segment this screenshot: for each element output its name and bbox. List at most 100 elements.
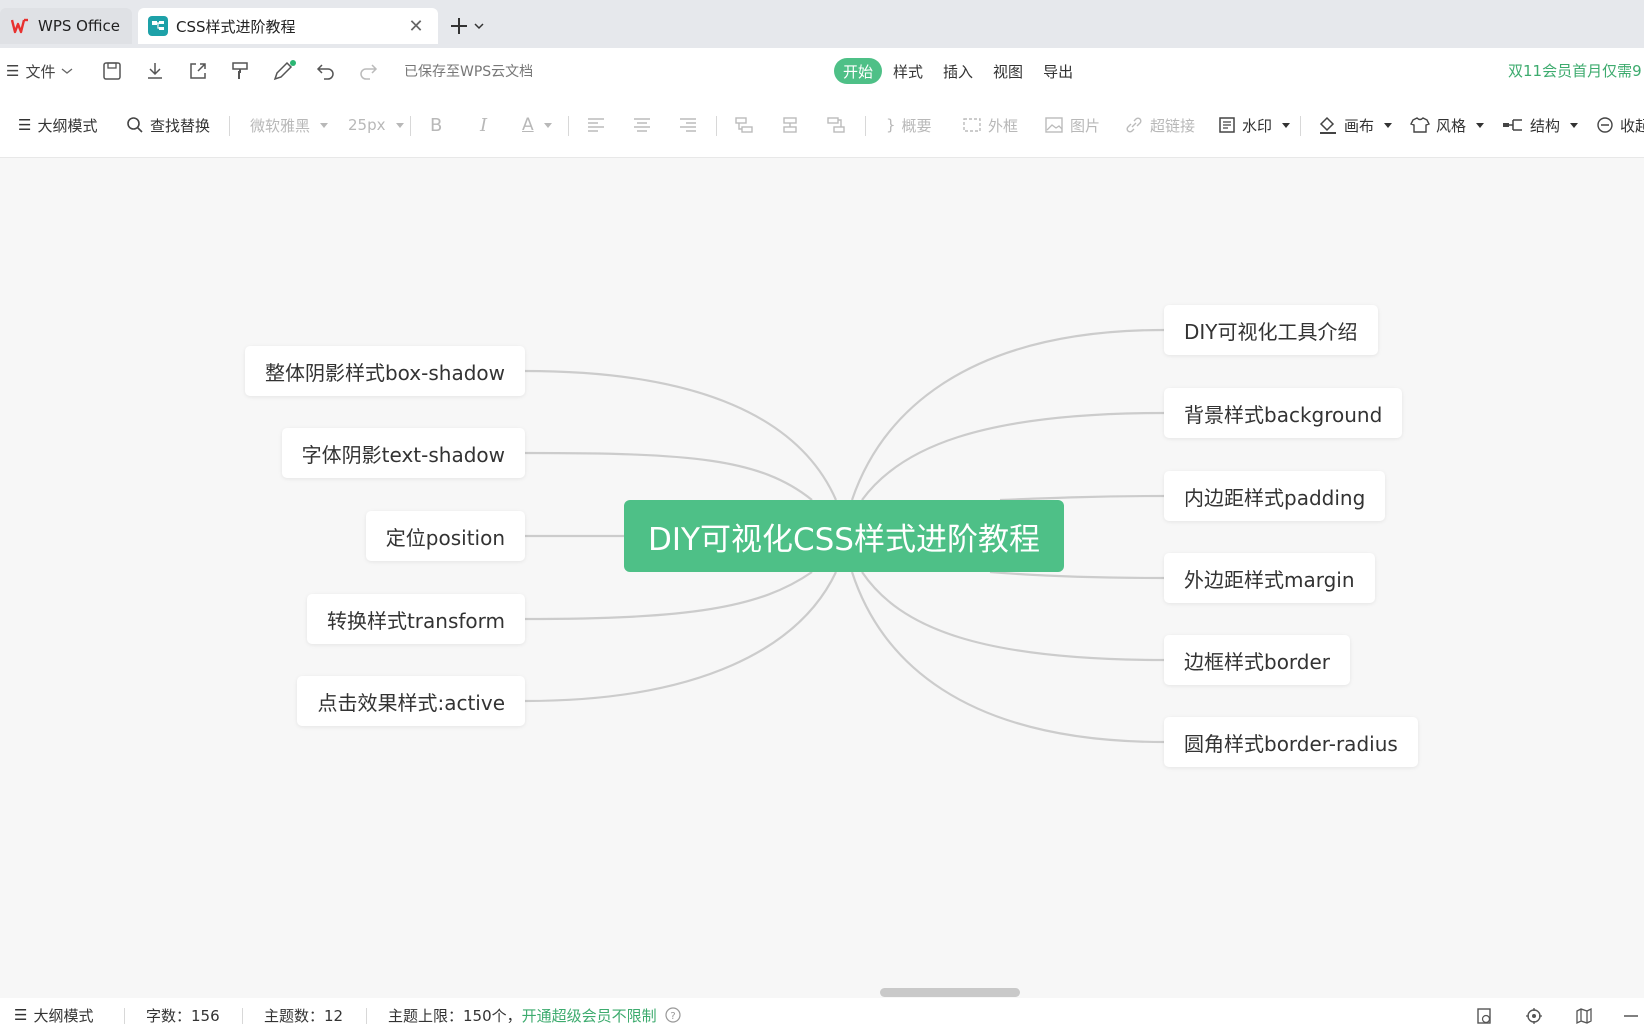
tab-css-tutorial[interactable]: CSS样式进阶教程 ✕ [138, 8, 438, 44]
font-color-icon: A [522, 115, 534, 135]
insert-subtopic-button[interactable] [734, 110, 754, 140]
summary-button[interactable]: } 概要 [886, 110, 932, 140]
topic-padding[interactable]: 内边距样式padding [1164, 471, 1386, 521]
status-bar: ☰ 大纲模式 字数：156 主题数：12 主题上限：150个， 开通超级会员不限… [0, 998, 1644, 1028]
divider [568, 116, 569, 136]
format-painter-button[interactable] [230, 56, 250, 86]
theme-style-label: 风格 [1436, 116, 1467, 135]
file-menu-button[interactable]: ☰ 文件 [6, 56, 73, 86]
topic-margin[interactable]: 外边距样式margin [1164, 553, 1375, 603]
topic-position[interactable]: 定位position [365, 511, 525, 561]
root-topic[interactable]: DIY可视化CSS样式进阶教程 [624, 500, 1064, 572]
new-tab-button[interactable] [450, 12, 484, 40]
font-family-select[interactable]: 微软雅黑 [250, 110, 329, 140]
topic-border-radius[interactable]: 圆角样式border-radius [1164, 717, 1418, 767]
connector-left-1 [524, 369, 838, 501]
redo-button[interactable] [358, 56, 378, 86]
topic-text-shadow[interactable]: 字体阴影text-shadow [281, 428, 525, 478]
horizontal-scrollbar[interactable] [880, 988, 1020, 997]
find-replace-button[interactable]: 查找替换 [126, 110, 210, 140]
download-button[interactable] [145, 56, 165, 86]
format-painter-icon [232, 62, 248, 79]
wps-logo-icon [10, 16, 30, 36]
align-center-button[interactable] [632, 110, 652, 140]
mindmap-canvas[interactable]: DIY可视化CSS样式进阶教程 整体阴影样式box-shadow 字体阴影tex… [0, 158, 1644, 988]
outline-mode-button[interactable]: ☰ 大纲模式 [18, 110, 97, 140]
structure-button[interactable]: 结构 [1502, 110, 1579, 140]
align-left-button[interactable] [586, 110, 606, 140]
upgrade-link[interactable]: 开通超级会员不限制 [522, 1005, 657, 1026]
status-outline-mode-button[interactable]: ☰ 大纲模式 [14, 1004, 93, 1026]
locate-icon[interactable] [1524, 1006, 1544, 1026]
quick-toolbar: ☰ 文件 已保存至WPS云文档 开始 样式 插入 视图 导出 [0, 48, 1644, 94]
map-icon[interactable] [1574, 1006, 1594, 1026]
topic-background[interactable]: 背景样式background [1164, 388, 1403, 438]
tab-bar: WPS Office CSS样式进阶教程 ✕ [0, 0, 1644, 48]
subtopic-icon [735, 117, 753, 133]
canvas-button[interactable]: 画布 [1318, 110, 1393, 140]
save-button[interactable] [102, 56, 122, 86]
collapse-label: 收起 [1620, 116, 1644, 135]
zoom-out-icon[interactable] [1620, 1006, 1640, 1026]
save-status-text: 已保存至WPS云文档 [404, 64, 534, 80]
menu-lines-icon: ☰ [6, 62, 20, 80]
watermark-label: 水印 [1242, 116, 1273, 135]
connector-right-2 [861, 411, 1165, 501]
caret-down-icon [1282, 122, 1291, 128]
connector-left-4 [524, 571, 813, 621]
topic-tool-intro[interactable]: DIY可视化工具介绍 [1164, 305, 1378, 355]
divider [1300, 116, 1301, 136]
tab-view[interactable]: 视图 [984, 58, 1032, 84]
insert-sibling-button[interactable] [780, 110, 800, 140]
tab-start[interactable]: 开始 [834, 58, 883, 84]
membership-promo-link[interactable]: 双11会员首月仅需9 [1508, 60, 1642, 81]
divider [124, 1008, 125, 1024]
caret-down-icon [395, 122, 404, 128]
export-icon [190, 63, 206, 79]
history-icon[interactable] [1474, 1006, 1494, 1026]
chevron-down-icon[interactable] [474, 22, 484, 30]
status-outline-mode-label: 大纲模式 [33, 1006, 94, 1025]
watermark-icon [1219, 117, 1235, 133]
watermark-button[interactable]: 水印 [1218, 110, 1291, 140]
topic-border[interactable]: 边框样式border [1164, 635, 1351, 685]
tab-insert[interactable]: 插入 [934, 58, 982, 84]
frame-button[interactable]: 外框 [962, 110, 1018, 140]
save-icon [103, 62, 121, 80]
undo-button[interactable] [316, 56, 336, 86]
align-right-icon [680, 118, 696, 132]
caret-down-icon [1570, 122, 1579, 128]
find-replace-label: 查找替换 [150, 116, 211, 135]
topic-active[interactable]: 点击效果样式:active [297, 676, 525, 726]
italic-icon: I [480, 114, 488, 136]
theme-style-button[interactable]: 风格 [1410, 110, 1485, 140]
font-size-select[interactable]: 25px [348, 110, 404, 140]
pen-button[interactable] [272, 56, 296, 86]
image-button[interactable]: 图片 [1044, 110, 1100, 140]
structure-icon [1503, 119, 1522, 131]
file-menu-label: 文件 [25, 62, 56, 81]
tab-export[interactable]: 导出 [1034, 58, 1082, 84]
italic-button[interactable]: I [480, 110, 487, 140]
collapse-icon [1597, 117, 1613, 133]
caret-down-icon [1476, 122, 1485, 128]
close-tab-icon[interactable]: ✕ [406, 16, 426, 37]
help-icon[interactable]: ? [665, 1007, 681, 1023]
image-label: 图片 [1070, 116, 1101, 135]
divider [242, 1008, 243, 1024]
font-color-button[interactable]: A [522, 110, 552, 140]
align-right-button[interactable] [678, 110, 698, 140]
hyperlink-button[interactable]: 超链接 [1124, 110, 1195, 140]
export-button[interactable] [188, 56, 208, 86]
topic-count: 主题数：12 [264, 1006, 344, 1025]
structure-label: 结构 [1530, 116, 1561, 135]
topic-box-shadow[interactable]: 整体阴影样式box-shadow [244, 346, 525, 396]
collapse-button[interactable]: 收起 [1596, 110, 1644, 140]
tab-wps-office[interactable]: WPS Office [0, 8, 132, 44]
topic-transform[interactable]: 转换样式transform [306, 594, 525, 644]
bold-button[interactable]: B [430, 110, 442, 140]
outline-mode-label: 大纲模式 [37, 116, 98, 135]
tab-style[interactable]: 样式 [884, 58, 932, 84]
insert-parent-button[interactable] [826, 110, 846, 140]
canvas-label: 画布 [1344, 116, 1375, 135]
